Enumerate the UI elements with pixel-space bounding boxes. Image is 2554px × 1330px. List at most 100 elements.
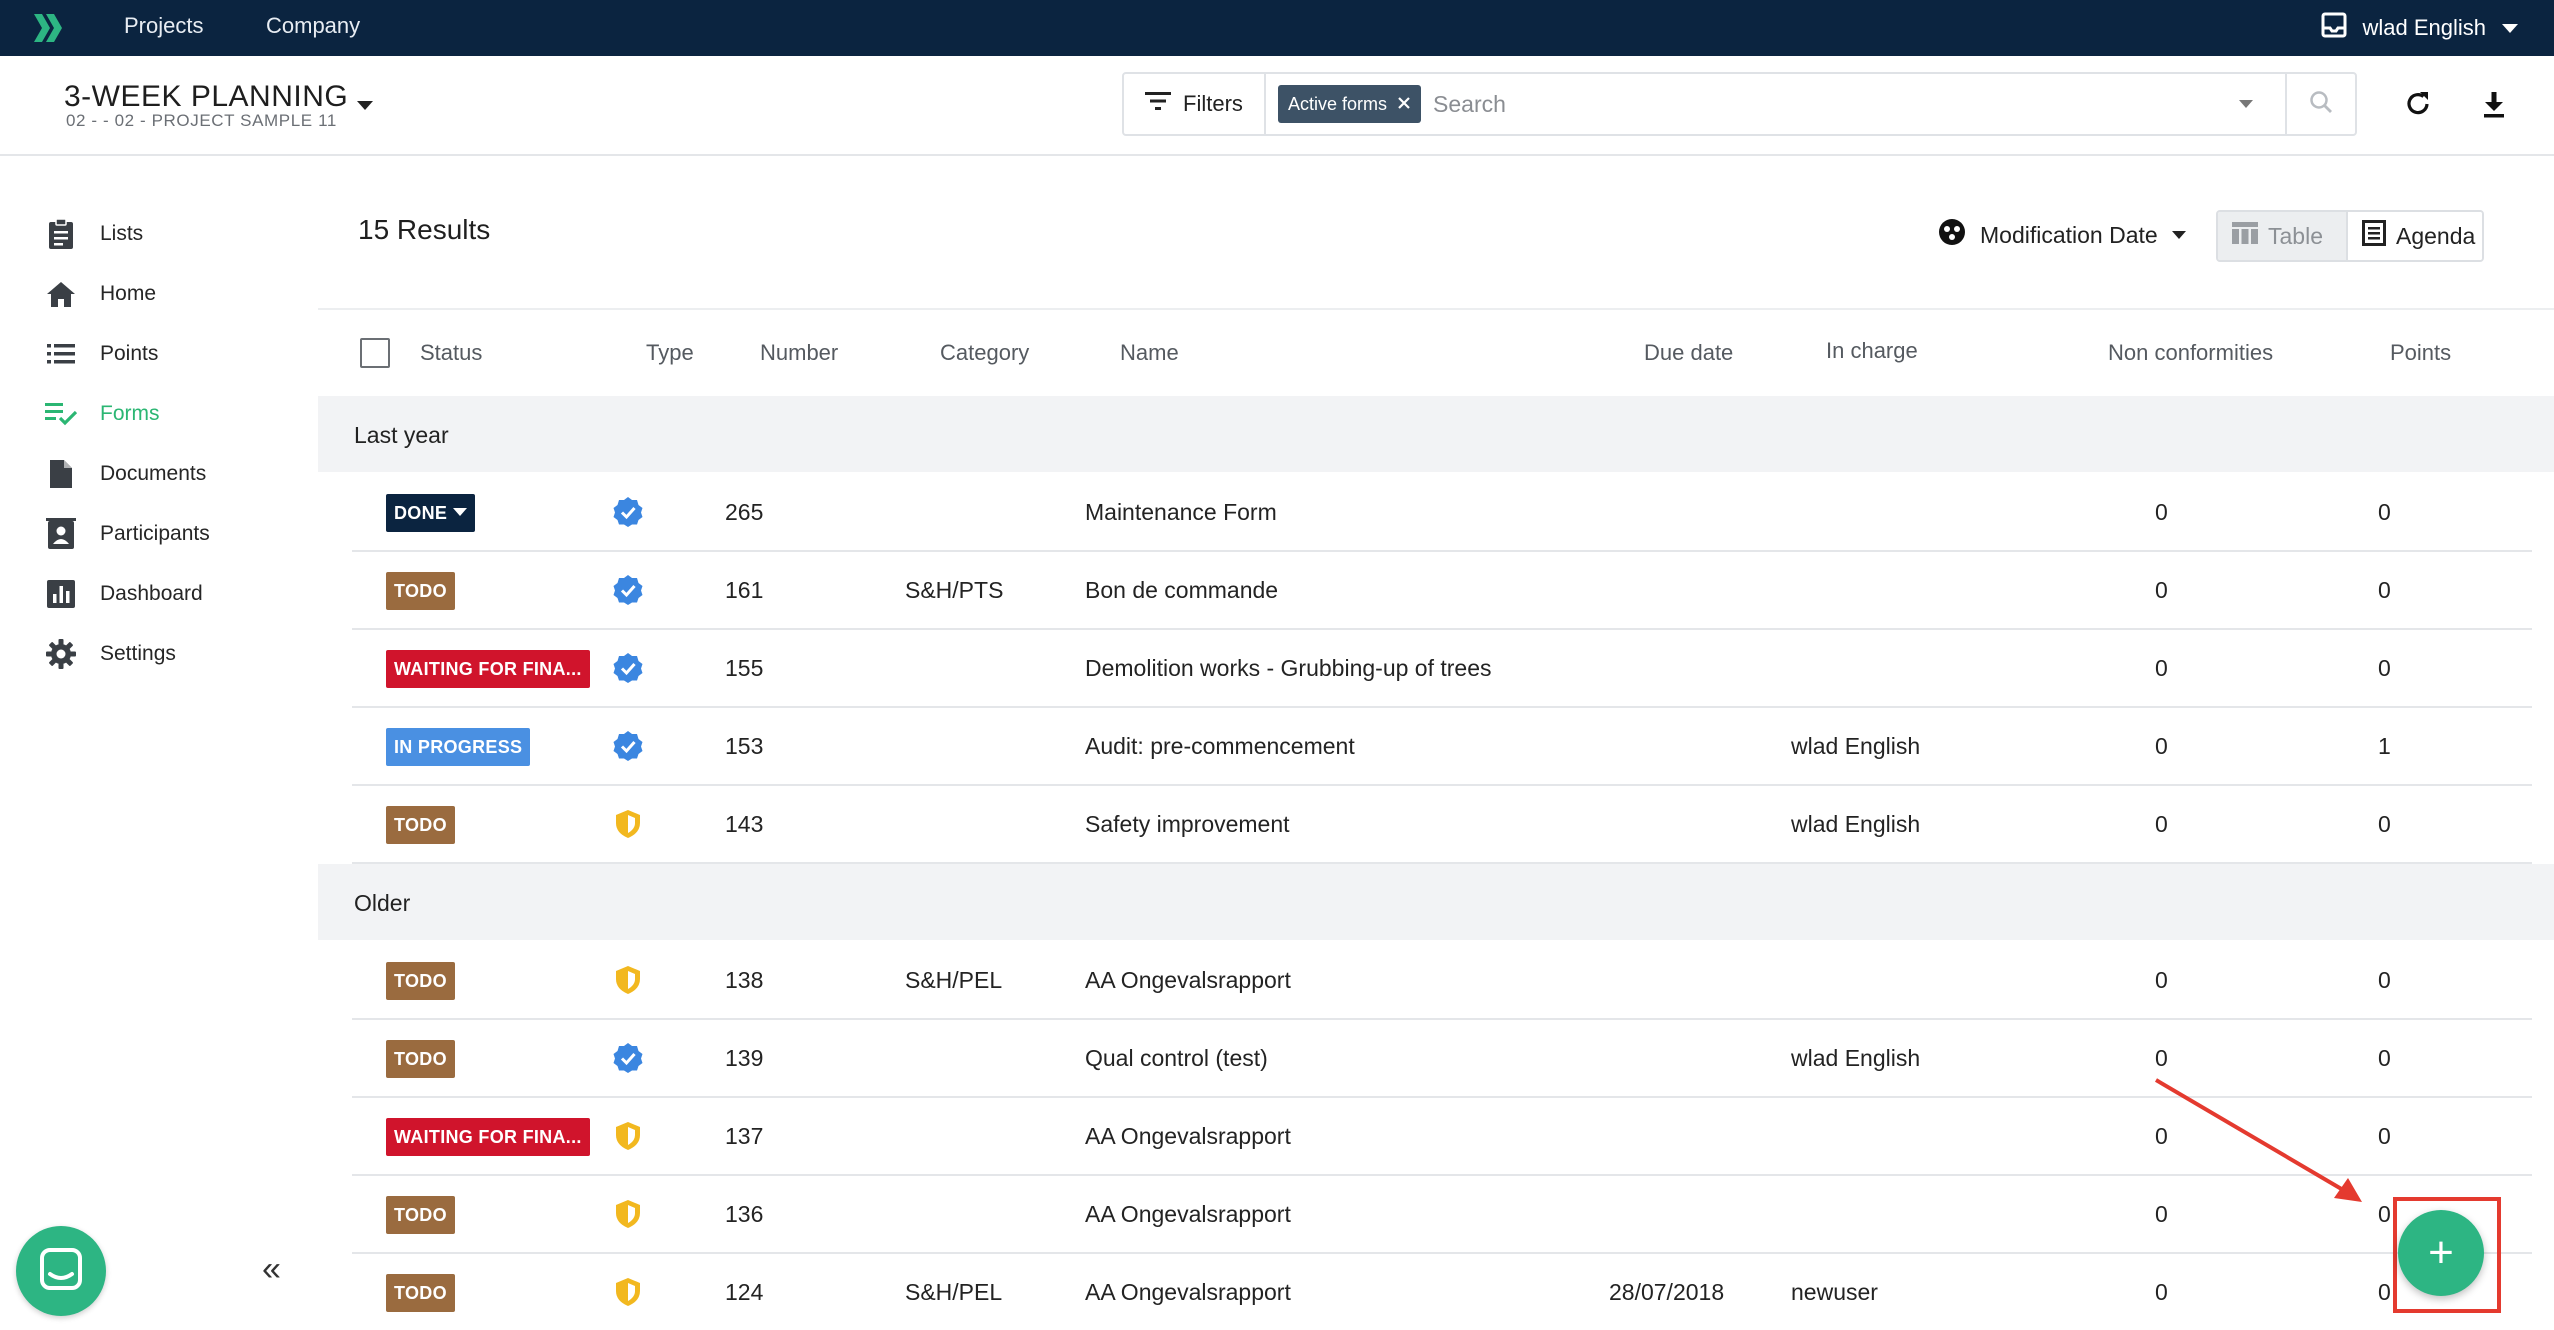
download-button[interactable]: [2474, 86, 2514, 126]
status-dropdown-icon[interactable]: [453, 508, 468, 516]
document-icon: [44, 457, 78, 491]
status-badge[interactable]: TODO: [386, 1196, 455, 1234]
sidebar-item-home[interactable]: Home: [44, 274, 156, 314]
cell-number: 139: [725, 1045, 764, 1071]
filters-button[interactable]: Filters: [1124, 74, 1266, 134]
chevron-down-icon[interactable]: [2502, 23, 2518, 33]
search-input[interactable]: [1421, 74, 2239, 134]
verified-icon: [612, 730, 644, 762]
status-badge[interactable]: TODO: [386, 1040, 455, 1078]
shield-icon: [612, 1198, 644, 1230]
verified-icon: [612, 1042, 644, 1074]
status-badge[interactable]: TODO: [386, 806, 455, 844]
sidebar: Lists Home Points Forms Documents Partic…: [0, 158, 318, 1330]
cell-points: 0: [2378, 1279, 2391, 1305]
app-logo-icon[interactable]: [28, 8, 68, 48]
cell-points: 0: [2378, 655, 2391, 681]
participants-icon: [44, 517, 78, 551]
cell-category: S&H/PTS: [905, 577, 1004, 603]
sidebar-item-settings[interactable]: Settings: [44, 634, 176, 674]
cell-points: 0: [2378, 811, 2391, 837]
status-badge[interactable]: TODO: [386, 962, 455, 1000]
sidebar-item-lists[interactable]: Lists: [44, 214, 143, 254]
verified-icon: [612, 652, 644, 684]
nav-projects[interactable]: Projects: [124, 0, 203, 56]
table-row[interactable]: WAITING FOR FINA... 155 Demolition works -…: [318, 630, 2554, 708]
project-dropdown-icon[interactable]: [357, 101, 373, 110]
table-row[interactable]: TODO 143 Safety improvement wlad English 0 0: [318, 786, 2554, 864]
add-form-button[interactable]: +: [2398, 1210, 2484, 1296]
table-header: Status Type Number Category Name Due dat…: [318, 308, 2554, 384]
nav-company[interactable]: Company: [266, 0, 360, 56]
sidebar-item-participants[interactable]: Participants: [44, 514, 210, 554]
search-dropdown-icon[interactable]: [2239, 100, 2253, 108]
annotation-arrow: [2154, 1078, 2362, 1202]
table-view-button[interactable]: Table: [2218, 212, 2348, 260]
agenda-view-label: Agenda: [2396, 222, 2476, 249]
select-all-checkbox[interactable]: [360, 338, 390, 368]
search-button[interactable]: [2285, 74, 2355, 134]
sidebar-item-label: Settings: [100, 642, 176, 665]
sidebar-item-points[interactable]: Points: [44, 334, 158, 374]
sidebar-item-label: Documents: [100, 462, 207, 485]
group-header: Older: [318, 864, 2554, 940]
sidebar-item-label: Home: [100, 282, 157, 305]
cell-non-conformities: 0: [2155, 733, 2168, 759]
sidebar-item-documents[interactable]: Documents: [44, 454, 206, 494]
view-toggle: Table Agenda: [2216, 210, 2484, 262]
group-label: Last year: [354, 422, 449, 448]
cell-number: 137: [725, 1123, 764, 1149]
cell-non-conformities: 0: [2155, 499, 2168, 525]
status-badge[interactable]: DONE: [386, 494, 476, 532]
sidebar-item-label: Participants: [100, 522, 210, 545]
status-badge[interactable]: WAITING FOR FINA...: [386, 650, 590, 688]
chat-button[interactable]: [16, 1226, 106, 1316]
cell-name: AA Ongevalsrapport: [1085, 1123, 1291, 1149]
top-bar: Projects Company wlad English: [0, 0, 2554, 56]
table-row[interactable]: TODO 124 S&H/PEL AA Ongevalsrapport 28/07/20…: [318, 1254, 2554, 1330]
column-header-points[interactable]: Points: [2390, 340, 2451, 366]
shield-icon: [612, 808, 644, 840]
group-label: Older: [354, 890, 411, 916]
column-header-in-charge[interactable]: In charge: [1826, 338, 1918, 364]
cell-number: 124: [725, 1279, 764, 1305]
cell-points: 0: [2378, 967, 2391, 993]
column-header-category[interactable]: Category: [940, 340, 1029, 366]
table-row[interactable]: DONE 265 Maintenance Form 0 0: [318, 474, 2554, 552]
cell-number: 136: [725, 1201, 764, 1227]
column-header-name[interactable]: Name: [1120, 340, 1179, 366]
column-header-status[interactable]: Status: [420, 340, 482, 366]
refresh-button[interactable]: [2398, 86, 2438, 126]
shield-icon: [612, 1276, 644, 1308]
chip-close-icon[interactable]: [1397, 94, 1411, 115]
table-row[interactable]: IN PROGRESS 153 Audit: pre-commencement wla…: [318, 708, 2554, 786]
cell-name: Qual control (test): [1085, 1045, 1268, 1071]
column-header-number[interactable]: Number: [760, 340, 838, 366]
column-header-type[interactable]: Type: [646, 340, 694, 366]
agenda-view-button[interactable]: Agenda: [2348, 212, 2482, 260]
table-row[interactable]: TODO 161 S&H/PTS Bon de commande 0 0: [318, 552, 2554, 630]
inbox-icon[interactable]: [2320, 11, 2348, 45]
page-title[interactable]: 3-WEEK PLANNING: [64, 80, 348, 114]
cell-in-charge: newuser: [1791, 1279, 1878, 1305]
collapse-sidebar-icon[interactable]: «: [262, 1250, 281, 1289]
group-header: Last year: [318, 396, 2554, 472]
status-badge[interactable]: TODO: [386, 1274, 455, 1312]
status-badge[interactable]: WAITING FOR FINA...: [386, 1118, 590, 1156]
user-name[interactable]: wlad English: [2362, 15, 2486, 41]
column-header-due-date[interactable]: Due date: [1644, 340, 1733, 366]
cell-in-charge: wlad English: [1791, 1045, 1921, 1071]
sidebar-item-dashboard[interactable]: Dashboard: [44, 574, 203, 614]
table-row[interactable]: TODO 138 S&H/PEL AA Ongevalsrapport 0 0: [318, 942, 2554, 1020]
verified-icon: [612, 496, 644, 528]
status-badge[interactable]: TODO: [386, 572, 455, 610]
cell-due-date: 28/07/2018: [1609, 1279, 1725, 1305]
filter-icon: [1145, 91, 1172, 117]
column-header-non-conformities[interactable]: Non conformities: [2108, 340, 2273, 366]
sort-dropdown[interactable]: Modification Date: [1938, 218, 2186, 252]
status-badge[interactable]: IN PROGRESS: [386, 728, 531, 766]
cell-name: Bon de commande: [1085, 577, 1279, 603]
user-menu[interactable]: wlad English: [2320, 0, 2518, 56]
row-divider: [352, 862, 2532, 864]
sidebar-item-forms[interactable]: Forms: [44, 394, 160, 434]
